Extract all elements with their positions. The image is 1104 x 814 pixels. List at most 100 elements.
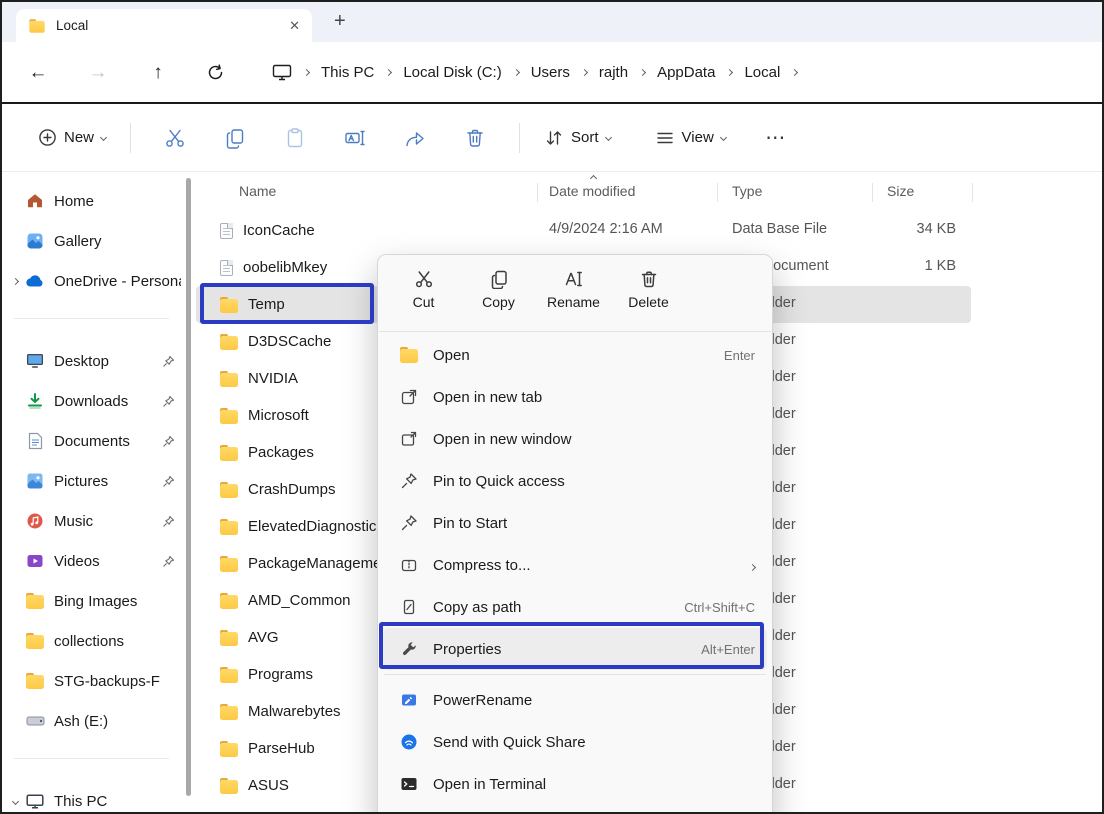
menu-item-powerrename[interactable]: PowerRename bbox=[383, 679, 767, 721]
chevron-down-icon bbox=[720, 134, 727, 141]
context-menu: Cut Copy Rename Delete Open Enter bbox=[377, 254, 773, 814]
delete-button[interactable] bbox=[445, 118, 505, 158]
folder-icon bbox=[220, 741, 238, 757]
folder-icon bbox=[220, 667, 238, 683]
plus-circle-icon bbox=[38, 128, 57, 147]
breadcrumb-chevron-icon[interactable] bbox=[581, 68, 588, 75]
rename-action[interactable]: Rename bbox=[536, 265, 611, 329]
menu-item-properties[interactable]: Properties Alt+Enter bbox=[383, 628, 767, 670]
column-divider[interactable] bbox=[972, 183, 973, 202]
breadcrumb-this-pc[interactable]: This PC bbox=[321, 64, 374, 81]
sidebar-item-documents[interactable]: Documents bbox=[6, 422, 181, 460]
menu-item-open-in-terminal[interactable]: Open in Terminal bbox=[383, 763, 767, 805]
back-button[interactable]: ← bbox=[26, 63, 50, 82]
pin-icon bbox=[397, 514, 421, 532]
column-header-type[interactable]: Type bbox=[732, 183, 762, 199]
tab-close-icon[interactable]: ✕ bbox=[289, 18, 300, 34]
pictures-icon bbox=[24, 472, 46, 490]
menu-separator bbox=[379, 331, 771, 332]
forward-button[interactable]: → bbox=[86, 63, 110, 82]
sidebar-item-music[interactable]: Music bbox=[6, 502, 181, 540]
breadcrumb-chevron-icon[interactable] bbox=[385, 68, 392, 75]
menu-item-compress-to[interactable]: Compress to... bbox=[383, 544, 767, 586]
new-tab-button[interactable]: + bbox=[334, 10, 346, 33]
collapse-chevron-icon[interactable] bbox=[11, 797, 18, 804]
column-divider[interactable] bbox=[537, 183, 538, 202]
column-divider[interactable] bbox=[717, 183, 718, 202]
column-header-date-modified[interactable]: Date modified bbox=[549, 183, 635, 199]
breadcrumb-chevron-icon[interactable] bbox=[726, 68, 733, 75]
sidebar-scrollbar[interactable] bbox=[186, 178, 191, 796]
sidebar-item-gallery[interactable]: Gallery bbox=[6, 222, 181, 260]
sidebar-item-ash-drive[interactable]: Ash (E:) bbox=[6, 702, 181, 740]
sidebar-item-desktop[interactable]: Desktop bbox=[6, 342, 181, 380]
column-divider[interactable] bbox=[872, 183, 873, 202]
folder-icon bbox=[220, 297, 238, 313]
toolbar-divider bbox=[130, 123, 131, 153]
pin-icon bbox=[162, 515, 175, 528]
sidebar-item-bing-images[interactable]: Bing Images bbox=[6, 582, 181, 620]
refresh-button[interactable] bbox=[206, 63, 230, 82]
menu-item-pin-to-quick-access[interactable]: Pin to Quick access bbox=[383, 460, 767, 502]
sort-button[interactable]: Sort bbox=[534, 120, 621, 156]
new-button[interactable]: New bbox=[28, 120, 116, 155]
sort-label: Sort bbox=[571, 129, 599, 146]
chevron-down-icon bbox=[604, 134, 611, 141]
expand-chevron-icon[interactable] bbox=[11, 277, 18, 284]
wrench-icon bbox=[397, 640, 421, 658]
breadcrumb-users[interactable]: Users bbox=[531, 64, 570, 81]
share-button[interactable] bbox=[385, 118, 445, 158]
folder-icon bbox=[24, 673, 46, 689]
cut-button[interactable] bbox=[145, 118, 205, 158]
column-header-name[interactable]: Name bbox=[239, 183, 276, 199]
breadcrumb-rajth[interactable]: rajth bbox=[599, 64, 628, 81]
powerrename-icon bbox=[397, 691, 421, 709]
explorer-tab[interactable]: Local ✕ bbox=[16, 9, 312, 42]
navigation-bar: ← → ↑ This PC Local Disk (C:) Users rajt… bbox=[2, 42, 1102, 102]
copy-button[interactable] bbox=[205, 118, 265, 158]
breadcrumb-chevron-icon[interactable] bbox=[303, 68, 310, 75]
cut-action[interactable]: Cut bbox=[386, 265, 461, 329]
folder-icon bbox=[29, 19, 44, 33]
pin-icon bbox=[162, 475, 175, 488]
folder-icon bbox=[220, 593, 238, 609]
folder-icon bbox=[220, 630, 238, 646]
videos-icon bbox=[24, 552, 46, 570]
menu-item-pin-to-start[interactable]: Pin to Start bbox=[383, 502, 767, 544]
paste-button[interactable] bbox=[265, 118, 325, 158]
breadcrumb-local-disk[interactable]: Local Disk (C:) bbox=[403, 64, 501, 81]
breadcrumb-chevron-icon[interactable] bbox=[791, 68, 798, 75]
breadcrumb-chevron-icon[interactable] bbox=[639, 68, 646, 75]
menu-item-open-in-new-tab[interactable]: Open in new tab bbox=[383, 376, 767, 418]
breadcrumb-chevron-icon[interactable] bbox=[513, 68, 520, 75]
more-options-button[interactable]: ⋯ bbox=[746, 118, 806, 158]
sidebar-item-onedrive[interactable]: OneDrive - Personal bbox=[6, 262, 181, 300]
menu-item-open-in-new-window[interactable]: Open in new window bbox=[383, 418, 767, 460]
view-button[interactable]: View bbox=[645, 120, 736, 156]
up-button[interactable]: ↑ bbox=[146, 63, 170, 82]
sidebar-separator bbox=[14, 758, 169, 759]
breadcrumb-local[interactable]: Local bbox=[744, 64, 780, 81]
file-row-iconcache[interactable]: IconCache 4/9/2024 2:16 AM Data Base Fil… bbox=[196, 212, 971, 249]
copy-icon bbox=[489, 269, 509, 289]
sidebar-item-collections[interactable]: collections bbox=[6, 622, 181, 660]
breadcrumb-appdata[interactable]: AppData bbox=[657, 64, 715, 81]
sidebar-item-pictures[interactable]: Pictures bbox=[6, 462, 181, 500]
folder-icon bbox=[220, 519, 238, 535]
sidebar-item-downloads[interactable]: Downloads bbox=[6, 382, 181, 420]
rename-button[interactable] bbox=[325, 118, 385, 158]
menu-item-open[interactable]: Open Enter bbox=[383, 334, 767, 376]
delete-action[interactable]: Delete bbox=[611, 265, 686, 329]
column-headers: Name Date modified Type Size bbox=[192, 173, 1102, 212]
file-icon bbox=[220, 260, 233, 276]
menu-item-copy-as-path[interactable]: Copy as path Ctrl+Shift+C bbox=[383, 586, 767, 628]
copy-action[interactable]: Copy bbox=[461, 265, 536, 329]
sidebar-item-home[interactable]: Home bbox=[6, 182, 181, 220]
sidebar-item-stg-backups[interactable]: STG-backups-F bbox=[6, 662, 181, 700]
menu-item-send-with-quick-share[interactable]: Send with Quick Share bbox=[383, 721, 767, 763]
music-icon bbox=[24, 512, 46, 530]
sidebar-item-this-pc[interactable]: This PC bbox=[6, 782, 181, 814]
cut-icon bbox=[414, 269, 434, 289]
sidebar-item-videos[interactable]: Videos bbox=[6, 542, 181, 580]
column-header-size[interactable]: Size bbox=[887, 183, 914, 199]
